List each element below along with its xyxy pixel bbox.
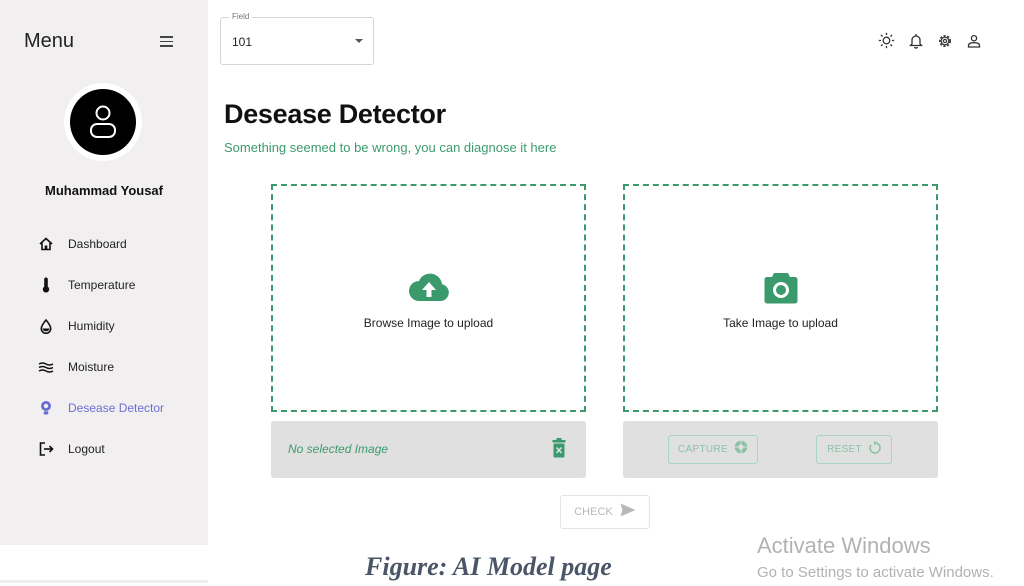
menu-title: Menu bbox=[24, 30, 75, 52]
divider bbox=[0, 580, 208, 583]
sidebar-item-temperature[interactable]: Temperature bbox=[38, 275, 164, 295]
reset-button[interactable]: RESET bbox=[816, 435, 892, 464]
watermark-title: Activate Windows bbox=[757, 533, 931, 558]
user-icon[interactable] bbox=[965, 32, 982, 49]
field-value: 101 bbox=[232, 35, 253, 49]
camera-icon bbox=[764, 270, 798, 309]
reset-button-label: RESET bbox=[827, 444, 862, 455]
field-select[interactable]: Field 101 bbox=[220, 12, 374, 65]
sidebar-item-desease-detector[interactable]: Desease Detector bbox=[38, 398, 164, 418]
figure-caption: Figure: AI Model page bbox=[365, 552, 612, 581]
app-page: Menu Muhammad Yousaf Dashboard Temperatu… bbox=[0, 0, 1024, 586]
header-icons bbox=[878, 32, 982, 49]
sidebar-item-label: Desease Detector bbox=[68, 401, 165, 415]
bell-icon[interactable] bbox=[907, 32, 924, 49]
sidebar-nav: Dashboard Temperature Humidity Moisture bbox=[38, 234, 164, 480]
sidebar-item-label: Moisture bbox=[68, 360, 115, 374]
sidebar-item-label: Humidity bbox=[68, 319, 115, 333]
capture-button-label: CAPTURE bbox=[678, 444, 728, 455]
browse-image-dropzone[interactable]: Browse Image to upload bbox=[271, 184, 586, 412]
page-subtitle: Something seemed to be wrong, you can di… bbox=[224, 140, 557, 155]
cloud-upload-icon bbox=[408, 270, 450, 307]
sidebar-item-label: Logout bbox=[68, 442, 105, 456]
sidebar-item-moisture[interactable]: Moisture bbox=[38, 357, 164, 377]
camera-controls-bar: CAPTURE RESET bbox=[623, 421, 938, 478]
thermometer-icon bbox=[38, 277, 54, 293]
waves-icon bbox=[38, 359, 54, 375]
sidebar: Menu Muhammad Yousaf Dashboard Temperatu… bbox=[0, 0, 208, 545]
browse-image-label: Browse Image to upload bbox=[363, 316, 494, 330]
no-image-text: No selected Image bbox=[288, 442, 389, 456]
shutter-icon bbox=[734, 440, 748, 459]
capture-button[interactable]: CAPTURE bbox=[668, 435, 758, 464]
sidebar-item-label: Dashboard bbox=[68, 237, 127, 251]
droplet-icon bbox=[38, 318, 54, 334]
hamburger-menu-icon[interactable] bbox=[160, 36, 173, 47]
user-name: Muhammad Yousaf bbox=[45, 183, 163, 198]
logout-icon bbox=[38, 441, 54, 457]
bulb-icon bbox=[38, 400, 54, 416]
sun-icon[interactable] bbox=[878, 32, 895, 49]
selected-image-bar: No selected Image bbox=[271, 421, 586, 478]
home-icon bbox=[38, 236, 54, 252]
gear-icon[interactable] bbox=[936, 32, 953, 49]
sidebar-item-logout[interactable]: Logout bbox=[38, 439, 164, 459]
check-button-label: CHECK bbox=[574, 506, 613, 518]
sidebar-item-humidity[interactable]: Humidity bbox=[38, 316, 164, 336]
sidebar-item-dashboard[interactable]: Dashboard bbox=[38, 234, 164, 254]
watermark-subtitle: Go to Settings to activate Windows. bbox=[757, 564, 994, 581]
refresh-icon bbox=[868, 440, 881, 459]
chevron-down-icon bbox=[355, 39, 363, 43]
take-image-dropzone[interactable]: Take Image to upload bbox=[623, 184, 938, 412]
avatar bbox=[64, 83, 142, 161]
trash-icon[interactable] bbox=[552, 438, 566, 463]
send-icon bbox=[620, 503, 636, 522]
field-label: Field bbox=[229, 12, 253, 21]
page-title: Desease Detector bbox=[224, 99, 446, 129]
sidebar-item-label: Temperature bbox=[68, 278, 136, 292]
check-button[interactable]: CHECK bbox=[560, 495, 650, 529]
take-image-label: Take Image to upload bbox=[723, 316, 838, 330]
user-avatar-icon bbox=[70, 89, 136, 155]
